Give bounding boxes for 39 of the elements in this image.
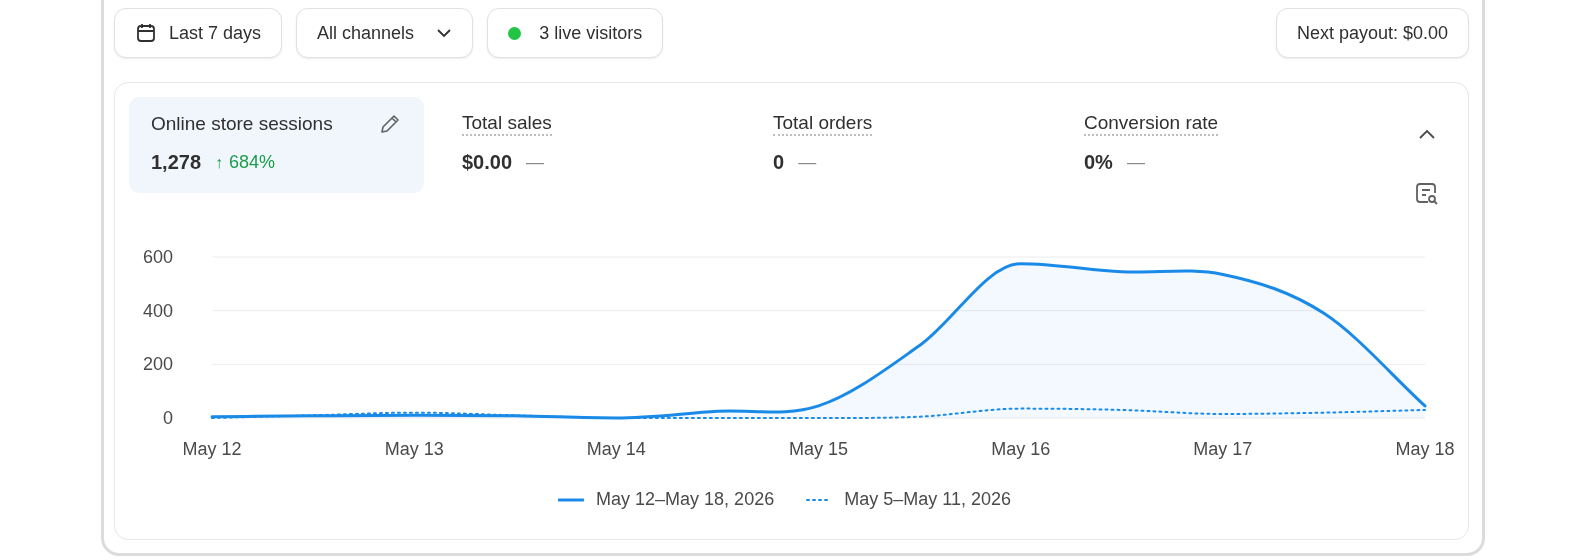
legend-label: May 12–May 18, 2026 bbox=[596, 489, 775, 510]
collapse-chevron-icon[interactable] bbox=[1417, 127, 1437, 141]
metric-change: ↑ 684% bbox=[215, 152, 276, 173]
x-axis-label: May 14 bbox=[586, 439, 646, 459]
metric-change: — bbox=[798, 152, 817, 173]
x-axis-label: May 17 bbox=[1193, 439, 1253, 459]
y-axis-label: 200 bbox=[142, 354, 173, 375]
y-axis-label: 0 bbox=[163, 408, 173, 428]
calendar-icon bbox=[135, 22, 157, 44]
metric-label: Online store sessions bbox=[151, 113, 333, 135]
metric-label: Total orders bbox=[773, 112, 873, 136]
metric-change: — bbox=[526, 152, 545, 173]
metric-tile[interactable]: Total sales $0.00 — bbox=[440, 97, 735, 193]
date-range-button[interactable]: Last 7 days bbox=[114, 8, 283, 58]
live-visitors-button[interactable]: 3 live visitors bbox=[487, 8, 664, 58]
legend-line-icon bbox=[558, 497, 585, 502]
y-axis-label: 400 bbox=[142, 300, 173, 321]
x-axis-label: May 13 bbox=[384, 439, 444, 459]
metric-value: $0.00 bbox=[462, 151, 513, 174]
metric-label: Total sales bbox=[462, 112, 552, 136]
y-axis-label: 600 bbox=[142, 247, 173, 267]
metric-change: — bbox=[1126, 152, 1145, 173]
metric-tile[interactable]: Online store sessions 1,278 ↑ 684% bbox=[129, 97, 424, 193]
metric-label: Conversion rate bbox=[1084, 112, 1219, 136]
channel-dropdown[interactable]: All channels bbox=[296, 8, 474, 58]
metric-tile[interactable]: Total orders 0 — bbox=[751, 97, 1046, 193]
chevron-down-icon bbox=[436, 28, 453, 38]
x-axis-label: May 12 bbox=[182, 439, 242, 459]
x-axis-label: May 15 bbox=[789, 439, 848, 459]
metric-value: 0 bbox=[773, 151, 785, 174]
x-axis-label: May 16 bbox=[991, 439, 1051, 459]
metric-value: 0% bbox=[1084, 151, 1113, 174]
metric-tile[interactable]: Conversion rate 0% — bbox=[1062, 97, 1357, 193]
payout-button[interactable]: Next payout: $0.00 bbox=[1275, 8, 1469, 58]
legend-label: May 5–May 11, 2026 bbox=[844, 489, 1011, 510]
x-axis-label: May 18 bbox=[1395, 439, 1455, 459]
metric-value: 1,278 bbox=[151, 151, 202, 174]
pencil-icon[interactable] bbox=[378, 112, 402, 136]
report-search-icon[interactable] bbox=[1414, 181, 1440, 207]
